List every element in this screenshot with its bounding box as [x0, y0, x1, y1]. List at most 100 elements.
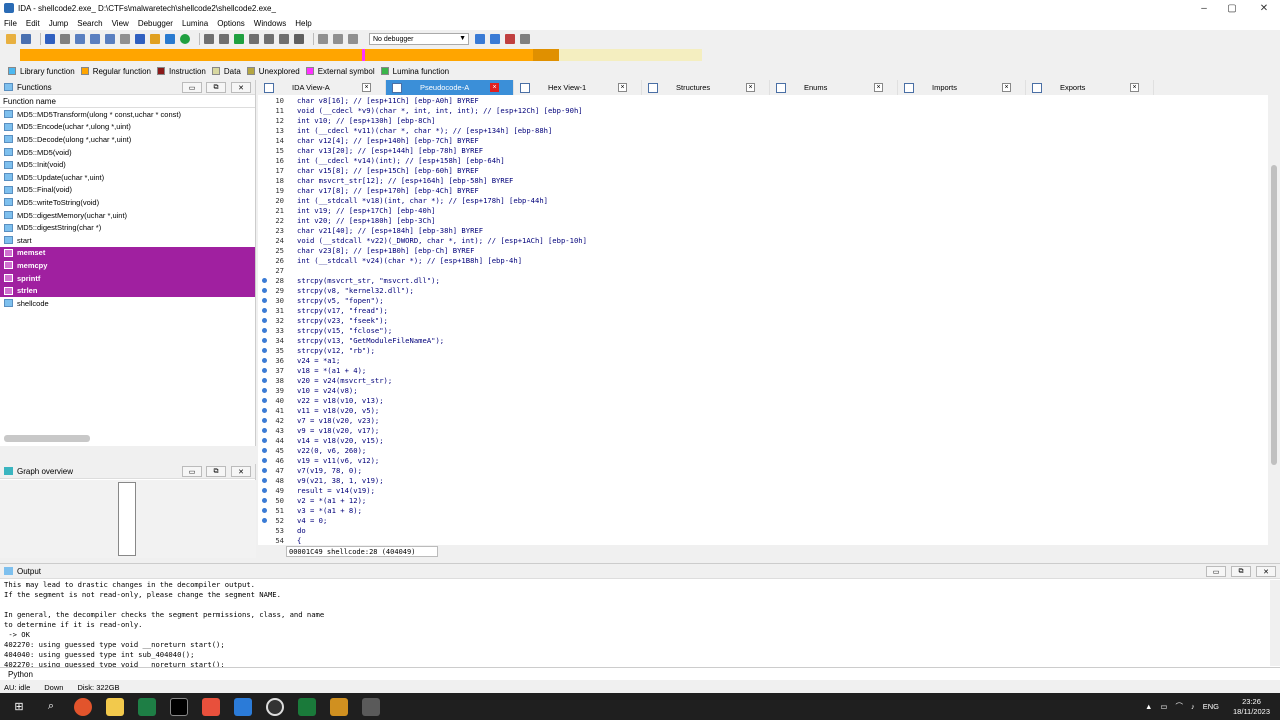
output-scrollbar[interactable] [1270, 580, 1280, 666]
array-icon[interactable] [249, 34, 259, 44]
nav-segment-regular[interactable] [20, 49, 362, 61]
notepad-icon[interactable] [138, 697, 156, 716]
panel-minimize-button[interactable]: ▭ [1206, 566, 1226, 577]
function-list-item[interactable]: MD5::MD5Transform(ulong * const,uchar * … [0, 108, 255, 121]
code-text[interactable]: int v20; // [esp+180h] [ebp-3Ch] [297, 216, 435, 225]
search-icon[interactable] [120, 34, 130, 44]
code-line[interactable]: 29 strcpy(v8, "kernel32.dll"); [258, 286, 1268, 296]
tab-close-icon[interactable]: × [1130, 83, 1139, 92]
breakpoint-dot-icon[interactable] [262, 358, 267, 363]
code-line[interactable]: 21 int v19; // [esp+17Ch] [ebp-40h] [258, 206, 1268, 216]
stop-icon[interactable] [348, 34, 358, 44]
breakpoint-dot-icon[interactable] [262, 308, 267, 313]
code-line[interactable]: 50 v2 = *(a1 + 12); [258, 496, 1268, 506]
function-list-item[interactable]: MD5::digestString(char *) [0, 221, 255, 234]
code-text[interactable]: int (__cdecl *v14)(int); // [esp+158h] [… [297, 156, 505, 165]
breakpoint-dot-icon[interactable] [262, 468, 267, 473]
tab-hex-view-1[interactable]: Hex View-1 × [514, 80, 642, 95]
panel-float-button[interactable]: ⧉ [1231, 566, 1251, 577]
undefine-icon[interactable] [264, 34, 274, 44]
disassembler-icon[interactable] [330, 697, 348, 716]
code-line[interactable]: 42 v7 = v18(v20, v23); [258, 416, 1268, 426]
code-text[interactable]: strcpy(v15, "fclose"); [297, 326, 392, 335]
breakpoint-dot-icon[interactable] [262, 378, 267, 383]
back-icon[interactable] [45, 34, 55, 44]
code-line[interactable]: 19 char v17[8]; // [esp+170h] [ebp-4Ch] B… [258, 186, 1268, 196]
code-text[interactable]: strcpy(msvcrt_str, "msvcrt.dll"); [297, 276, 440, 285]
breakpoint-dot-icon[interactable] [262, 408, 267, 413]
panel-close-button[interactable]: ✕ [231, 82, 251, 93]
code-line[interactable]: 27 [258, 266, 1268, 276]
panel-minimize-button[interactable]: ▭ [182, 82, 202, 93]
code-text[interactable]: char v23[8]; // [esp+1B0h] [ebp-Ch] BYRE… [297, 246, 474, 255]
jump-icon[interactable] [75, 34, 85, 44]
code-line[interactable]: 46 v19 = v11(v6, v12); [258, 456, 1268, 466]
code-text[interactable]: int (__cdecl *v11)(char *, char *); // [… [297, 126, 552, 135]
font-icon[interactable] [165, 34, 175, 44]
breakpoint-dot-icon[interactable] [262, 278, 267, 283]
breakpoint-dot-icon[interactable] [262, 458, 267, 463]
breakpoint-dot-icon[interactable] [262, 438, 267, 443]
code-text[interactable]: v20 = v24(msvcrt_str); [297, 376, 392, 385]
tab-close-icon[interactable]: × [362, 83, 371, 92]
debugger-select[interactable]: No debugger ▼ [369, 33, 469, 45]
breakpoint-dot-icon[interactable] [262, 288, 267, 293]
code-line[interactable]: 40 v22 = v18(v10, v13); [258, 396, 1268, 406]
breakpoint-dot-icon[interactable] [262, 498, 267, 503]
code-line[interactable]: 45 v22(0, v6, 260); [258, 446, 1268, 456]
tab-pseudocode-a[interactable]: Pseudocode-A × [386, 80, 514, 95]
code-icon[interactable] [204, 34, 214, 44]
code-text[interactable]: char v17[8]; // [esp+170h] [ebp-4Ch] BYR… [297, 186, 479, 195]
code-text[interactable]: strcpy(v23, "fseek"); [297, 316, 388, 325]
breakpoint-dot-icon[interactable] [262, 298, 267, 303]
nav-segment-regular[interactable] [533, 49, 559, 61]
maximize-button[interactable]: ▢ [1218, 0, 1246, 16]
code-line[interactable]: 36 v24 = *a1; [258, 356, 1268, 366]
tab-close-icon[interactable]: × [746, 83, 755, 92]
nav-segment-data[interactable] [559, 49, 702, 61]
code-line[interactable]: 12 int v10; // [esp+130h] [ebp-8Ch] [258, 116, 1268, 126]
code-line[interactable]: 41 v11 = v18(v20, v5); [258, 406, 1268, 416]
code-line[interactable]: 51 v3 = *(a1 + 8); [258, 506, 1268, 516]
code-text[interactable]: v3 = *(a1 + 8); [297, 506, 362, 515]
breakpoint-dot-icon[interactable] [262, 348, 267, 353]
menu-search[interactable]: Search [77, 19, 102, 28]
tab-imports[interactable]: Imports × [898, 80, 1026, 95]
minimize-button[interactable]: – [1190, 0, 1218, 16]
code-line[interactable]: 52 v4 = 0; [258, 516, 1268, 526]
tracing-icon[interactable] [490, 34, 500, 44]
code-text[interactable]: v11 = v18(v20, v5); [297, 406, 379, 415]
brave-browser-icon[interactable] [74, 697, 92, 716]
volume-icon[interactable]: ♪ [1191, 702, 1195, 711]
xref-icon[interactable] [105, 34, 115, 44]
code-line[interactable]: 49 result = v14(v19); [258, 486, 1268, 496]
text-search-icon[interactable] [150, 34, 160, 44]
function-list-item[interactable]: MD5::Update(uchar *,uint) [0, 171, 255, 184]
code-text[interactable]: v22(0, v6, 260); [297, 446, 366, 455]
code-line[interactable]: 13 int (__cdecl *v11)(char *, char *); //… [258, 126, 1268, 136]
nav-icon[interactable] [90, 34, 100, 44]
code-line[interactable]: 32 strcpy(v23, "fseek"); [258, 316, 1268, 326]
code-text[interactable]: char v12[4]; // [esp+140h] [ebp-7Ch] BYR… [297, 136, 479, 145]
code-text[interactable]: v19 = v11(v6, v12); [297, 456, 379, 465]
windows-start-icon[interactable]: ⊞ [10, 698, 28, 716]
nav-segment-regular[interactable] [365, 49, 533, 61]
code-text[interactable]: int v19; // [esp+17Ch] [ebp-40h] [297, 206, 435, 215]
graph-overview-area[interactable] [0, 480, 256, 558]
code-text[interactable]: result = v14(v19); [297, 486, 375, 495]
play-icon[interactable] [318, 34, 328, 44]
code-line[interactable]: 39 v10 = v24(v8); [258, 386, 1268, 396]
code-text[interactable]: strcpy(v13, "GetModuleFileNameA"); [297, 336, 444, 345]
code-text[interactable]: v7 = v18(v20, v23); [297, 416, 379, 425]
code-line[interactable]: 17 char v15[8]; // [esp+15Ch] [ebp-60h] B… [258, 166, 1268, 176]
breakpoint-dot-icon[interactable] [262, 368, 267, 373]
function-list-item[interactable]: MD5::writeToString(void) [0, 196, 255, 209]
code-text[interactable]: v10 = v24(v8); [297, 386, 358, 395]
panel-close-button[interactable]: ✕ [1256, 566, 1276, 577]
code-text[interactable]: v14 = v18(v20, v15); [297, 436, 384, 445]
save-icon[interactable] [21, 34, 31, 44]
cross-icon[interactable] [294, 34, 304, 44]
panel-float-button[interactable]: ⧉ [206, 82, 226, 93]
code-text[interactable]: do [297, 526, 306, 535]
breakpoint-icon[interactable] [475, 34, 485, 44]
